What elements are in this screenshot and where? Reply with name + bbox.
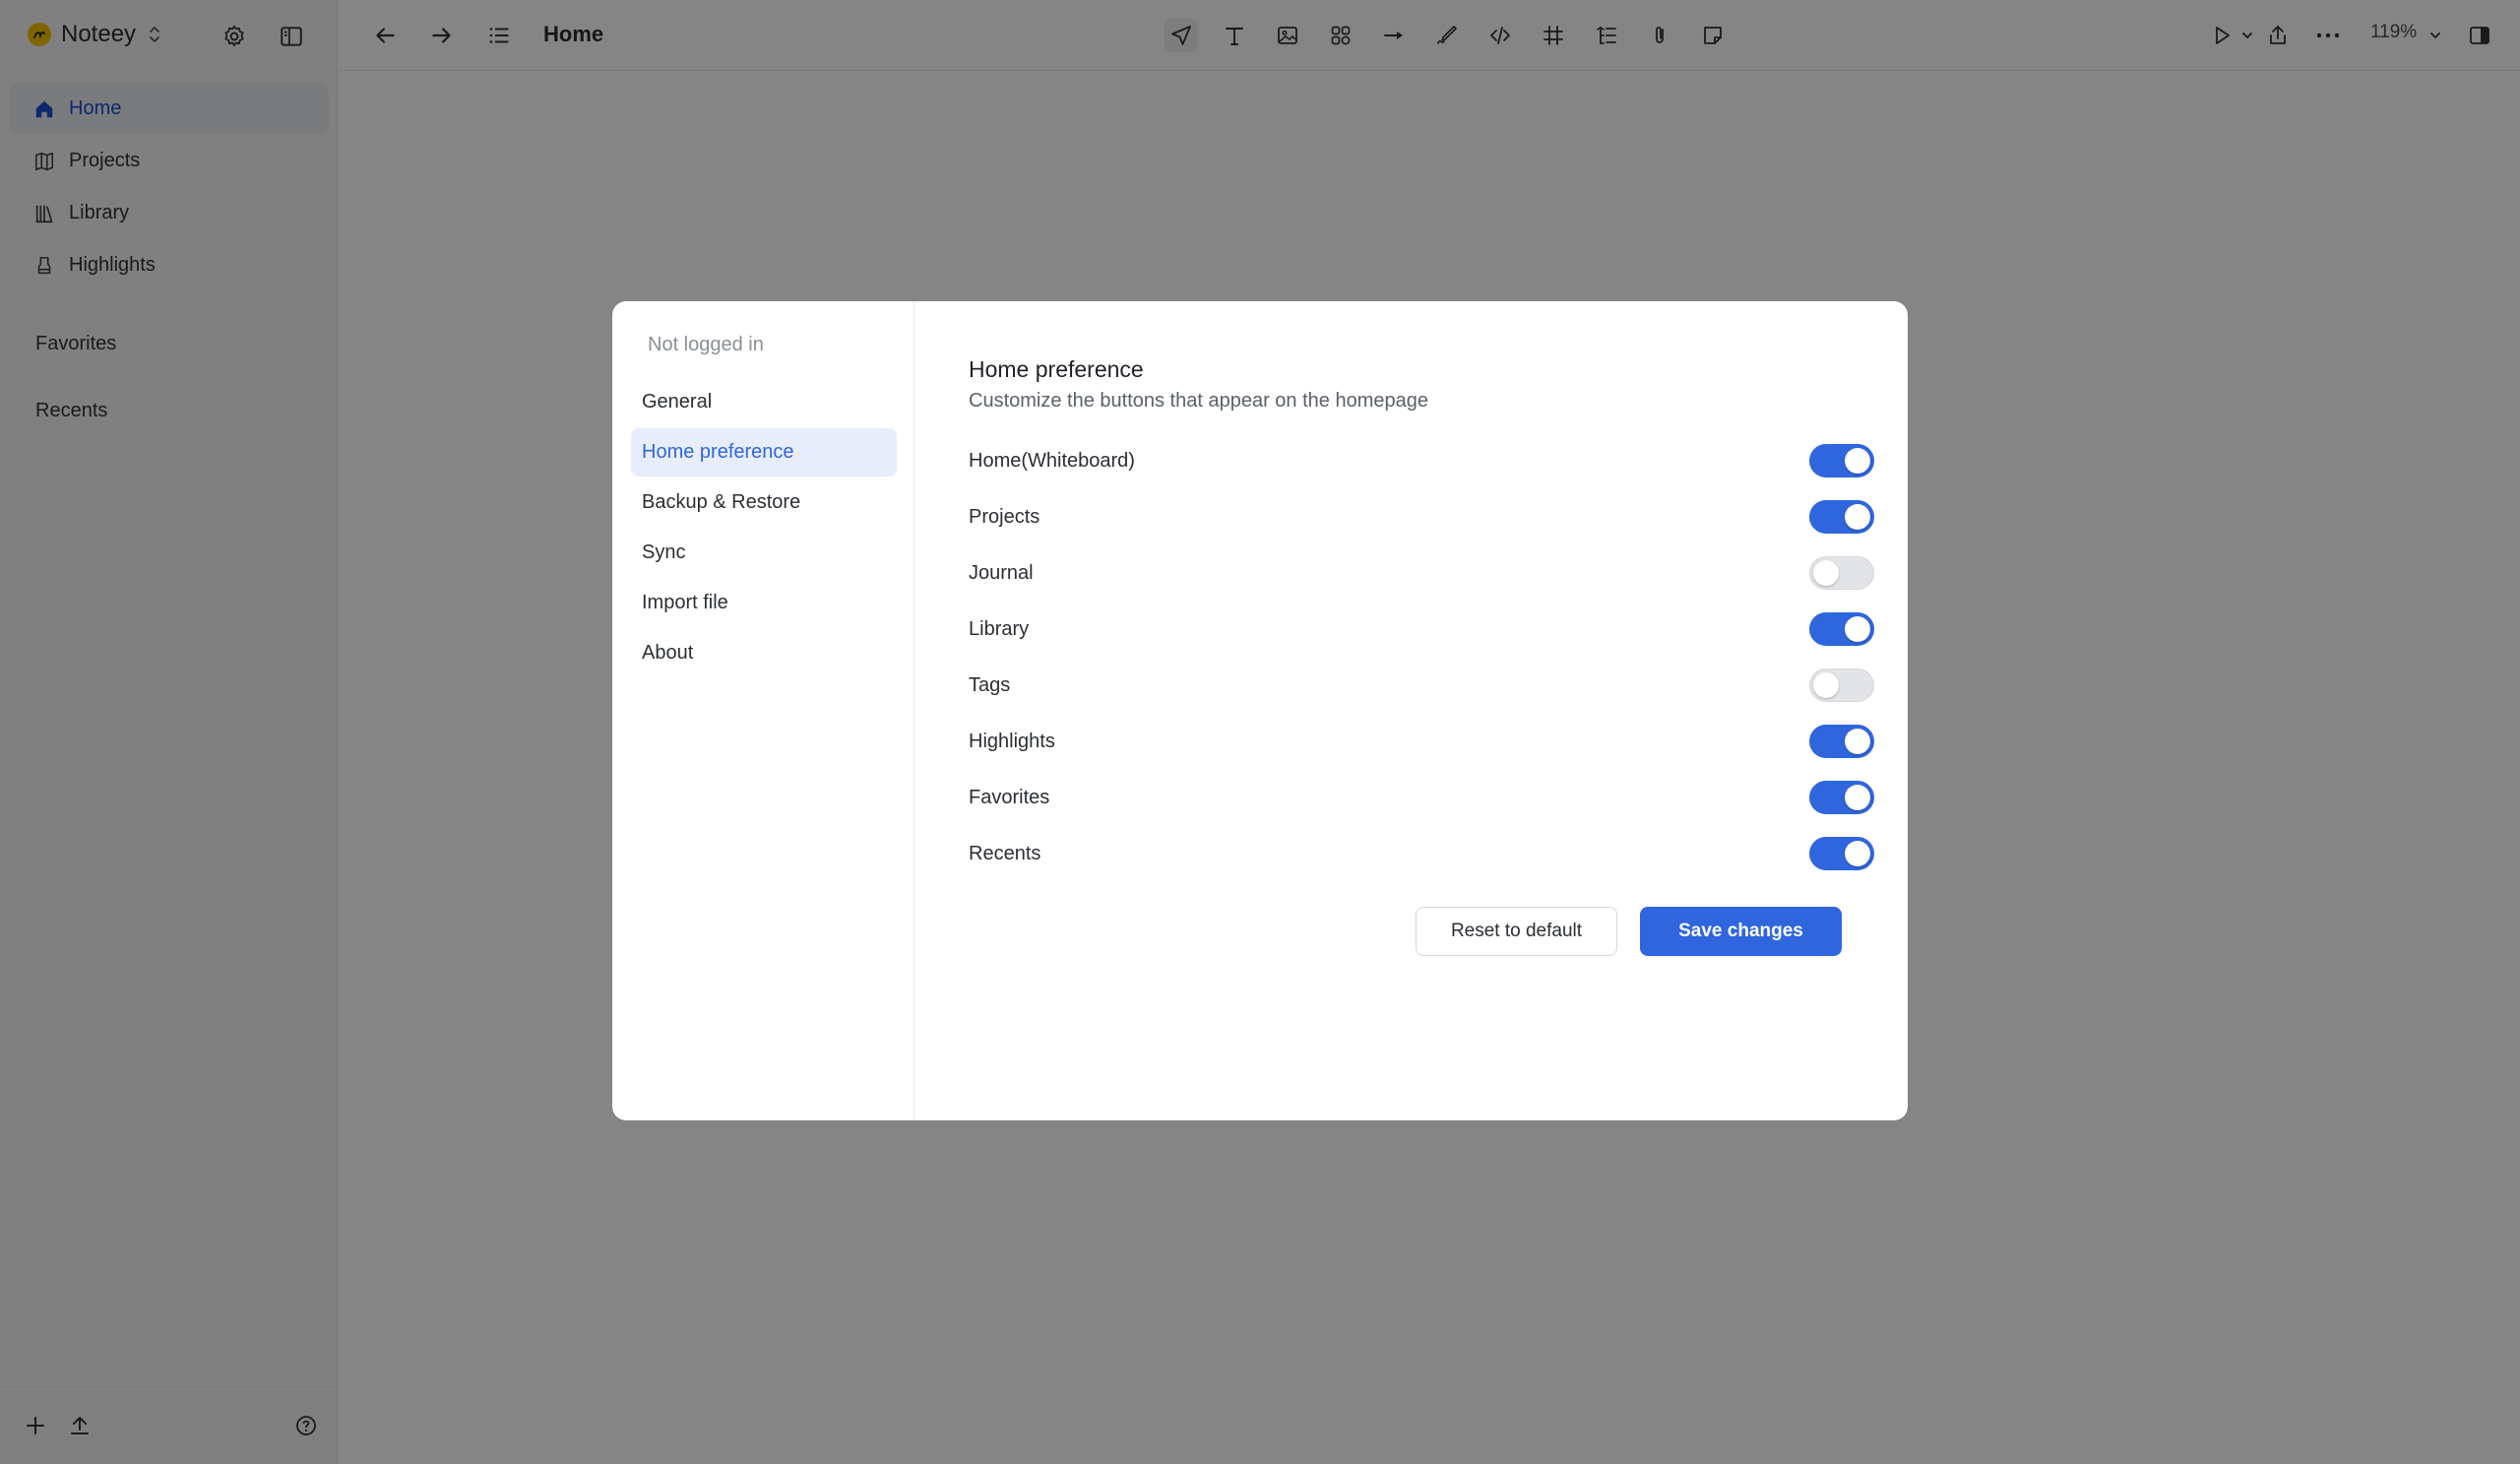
settings-nav-list: General Home preference Backup & Restore…	[631, 378, 897, 679]
pref-row-journal: Journal	[969, 553, 1874, 593]
settings-nav: Not logged in General Home preference Ba…	[612, 301, 914, 1120]
settings-dialog: Not logged in General Home preference Ba…	[612, 301, 1908, 1120]
toggle-switch[interactable]	[1809, 668, 1874, 702]
toggle-knob	[1845, 504, 1870, 530]
reset-to-default-button[interactable]: Reset to default	[1416, 907, 1617, 956]
settings-tab-home-preference[interactable]: Home preference	[631, 428, 897, 477]
account-status[interactable]: Not logged in	[648, 334, 764, 356]
toggle-switch[interactable]	[1809, 444, 1874, 477]
toggle-switch[interactable]	[1809, 781, 1874, 814]
toggle-switch[interactable]	[1809, 725, 1874, 758]
pref-label: Projects	[969, 505, 1040, 528]
toggle-switch[interactable]	[1809, 837, 1874, 870]
pref-row-library: Library	[969, 609, 1874, 649]
pref-row-tags: Tags	[969, 666, 1874, 705]
toggle-knob	[1813, 560, 1839, 586]
toggle-knob	[1845, 785, 1870, 810]
settings-tab-general[interactable]: General	[631, 378, 897, 426]
pref-label: Home(Whiteboard)	[969, 449, 1135, 472]
pref-label: Favorites	[969, 786, 1050, 808]
pref-label: Library	[969, 617, 1030, 640]
save-changes-button[interactable]: Save changes	[1640, 907, 1842, 956]
toggle-knob	[1845, 729, 1870, 754]
section-title: Home preference	[969, 356, 1144, 382]
toggle-switch[interactable]	[1809, 612, 1874, 646]
toggle-switch[interactable]	[1809, 500, 1874, 534]
settings-content: Home preference Customize the buttons th…	[969, 301, 1874, 1120]
pref-row-highlights: Highlights	[969, 722, 1874, 761]
toggle-knob	[1845, 841, 1870, 866]
toggle-knob	[1813, 672, 1839, 698]
pref-label: Recents	[969, 842, 1041, 864]
section-subtitle: Customize the buttons that appear on the…	[969, 390, 1428, 412]
pref-label: Tags	[969, 673, 1011, 696]
settings-tab-import-file[interactable]: Import file	[631, 579, 897, 627]
pref-label: Journal	[969, 561, 1034, 584]
settings-tab-backup-restore[interactable]: Backup & Restore	[631, 478, 897, 527]
pref-row-home-whiteboard: Home(Whiteboard)	[969, 441, 1874, 480]
pref-row-favorites: Favorites	[969, 778, 1874, 817]
pref-row-recents: Recents	[969, 834, 1874, 873]
settings-tab-about[interactable]: About	[631, 629, 897, 677]
toggle-switch[interactable]	[1809, 556, 1874, 590]
pref-row-projects: Projects	[969, 497, 1874, 537]
pref-label: Highlights	[969, 730, 1055, 752]
toggle-knob	[1845, 616, 1870, 642]
settings-tab-sync[interactable]: Sync	[631, 529, 897, 577]
toggle-knob	[1845, 448, 1870, 474]
